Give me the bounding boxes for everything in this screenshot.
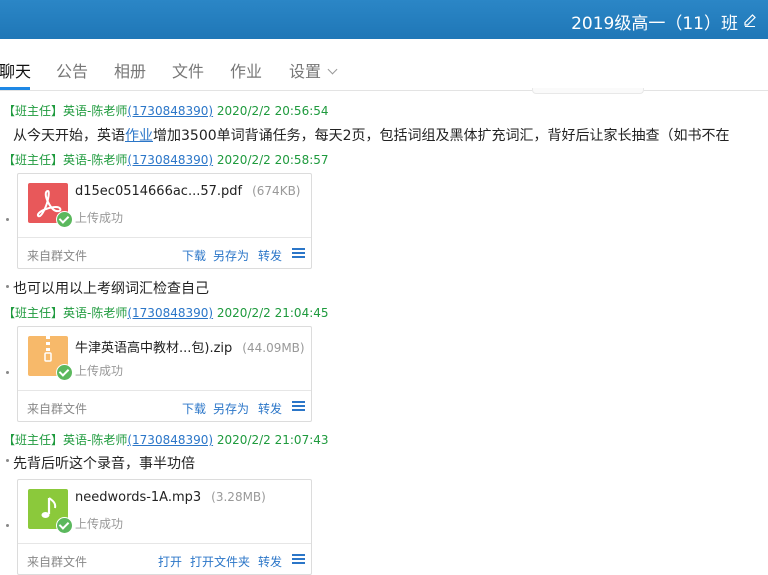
message-header: 【班主任】英语-陈老师(1730848390) 2020/2/2 21:07:4… [3,431,329,448]
message-text-part: 从今天开始，英语 [13,128,125,144]
message-time: 2020/2/2 21:04:45 [216,306,329,320]
title-bar: 2019级高一（11）班 [0,0,768,39]
menu-icon[interactable] [292,554,305,564]
chevron-down-icon [327,64,338,75]
file-name[interactable]: d15ec0514666ac...57.pdf [75,184,242,199]
download-button[interactable]: 下载 [182,247,206,264]
message-bullet [6,218,9,221]
message-bullet [6,524,9,527]
forward-button[interactable]: 转发 [258,553,282,570]
download-button[interactable]: 下载 [182,400,206,417]
message-text: 先背后听这个录音，事半功倍 [13,456,195,472]
file-source: 来自群文件 [27,402,88,416]
tab-album[interactable]: 相册 [114,58,146,82]
file-size: (674KB) [252,184,301,198]
message-time: 2020/2/2 20:58:57 [216,153,329,167]
upload-status: 上传成功 [75,517,124,531]
upload-success-icon [56,517,73,534]
message-header: 【班主任】英语-陈老师(1730848390) 2020/2/2 20:56:5… [3,102,329,119]
tab-settings[interactable]: 设置 [289,58,338,82]
file-name[interactable]: 牛津英语高中教材...包).zip [75,341,232,356]
message-text-part: 增加3500单词背诵任务，每天2页，包括词组及黑体扩充词汇，背好后让家长抽查（如… [153,128,730,144]
edit-icon[interactable] [742,12,758,28]
open-button[interactable]: 打开 [158,553,182,570]
file-name-row[interactable]: d15ec0514666ac...57.pdf (674KB) [75,184,300,199]
upload-success-icon [56,211,73,228]
group-title: 2019级高一（11）班 [571,14,738,34]
file-name-row[interactable]: needwords-1A.mp3 (3.28MB) [75,490,266,505]
file-name[interactable]: needwords-1A.mp3 [75,490,201,505]
sender-name[interactable]: 英语-陈老师 [63,433,127,447]
tab-chat[interactable]: 聊天 [0,58,31,82]
active-tab-indicator [0,87,30,90]
message-time: 2020/2/2 20:56:54 [216,104,329,118]
message-header: 【班主任】英语-陈老师(1730848390) 2020/2/2 20:58:5… [3,151,329,168]
sender-name[interactable]: 英语-陈老师 [63,306,127,320]
sender-name[interactable]: 英语-陈老师 [63,153,127,167]
open-folder-button[interactable]: 打开文件夹 [190,553,250,570]
sender-role: 【班主任】 [3,153,64,167]
tab-homework[interactable]: 作业 [230,58,262,82]
sender-qq[interactable]: (1730848390) [127,306,213,320]
message-bullet [6,371,9,374]
tab-files[interactable]: 文件 [172,58,204,82]
sender-qq[interactable]: (1730848390) [127,433,213,447]
sender-role: 【班主任】 [3,433,64,447]
message-text: 从今天开始，英语作业增加3500单词背诵任务，每天2页，包括词组及黑体扩充词汇，… [13,125,730,145]
upload-status: 上传成功 [75,211,124,225]
new-message-hint [532,88,644,94]
upload-success-icon [56,364,73,381]
sender-role: 【班主任】 [3,306,64,320]
menu-icon[interactable] [292,248,305,258]
file-card-footer: 来自群文件 打开 打开文件夹 转发 [18,543,311,575]
sender-qq[interactable]: (1730848390) [127,153,213,167]
file-size: (44.09MB) [242,341,305,355]
file-size: (3.28MB) [211,490,266,504]
upload-status: 上传成功 [75,364,124,378]
file-source: 来自群文件 [27,555,88,569]
file-card[interactable]: 牛津英语高中教材...包).zip (44.09MB) 上传成功 来自群文件 下载… [17,326,312,422]
sender-qq[interactable]: (1730848390) [127,104,213,118]
message-header: 【班主任】英语-陈老师(1730848390) 2020/2/2 21:04:4… [3,304,329,321]
sender-role: 【班主任】 [3,104,64,118]
menu-icon[interactable] [292,401,305,411]
homework-link[interactable]: 作业 [125,128,153,144]
message-text: 也可以用以上考纲词汇检查自己 [13,281,209,297]
tab-bar: 聊天 公告 相册 文件 作业 设置 [0,39,768,91]
forward-button[interactable]: 转发 [258,247,282,264]
message-bullet [6,285,9,288]
file-card[interactable]: d15ec0514666ac...57.pdf (674KB) 上传成功 来自群文… [17,173,312,269]
message-bullet [6,459,9,462]
file-name-row[interactable]: 牛津英语高中教材...包).zip (44.09MB) [75,337,305,356]
save-as-button[interactable]: 另存为 [213,400,249,417]
sender-name[interactable]: 英语-陈老师 [63,104,127,118]
file-card[interactable]: needwords-1A.mp3 (3.28MB) 上传成功 来自群文件 打开 打… [17,479,312,575]
tab-settings-label: 设置 [289,62,322,81]
file-card-footer: 来自群文件 下载 另存为 转发 [18,237,311,269]
message-time: 2020/2/2 21:07:43 [216,433,329,447]
file-card-footer: 来自群文件 下载 另存为 转发 [18,390,311,422]
forward-button[interactable]: 转发 [258,400,282,417]
file-source: 来自群文件 [27,249,88,263]
save-as-button[interactable]: 另存为 [213,247,249,264]
tab-announcements[interactable]: 公告 [56,58,88,82]
